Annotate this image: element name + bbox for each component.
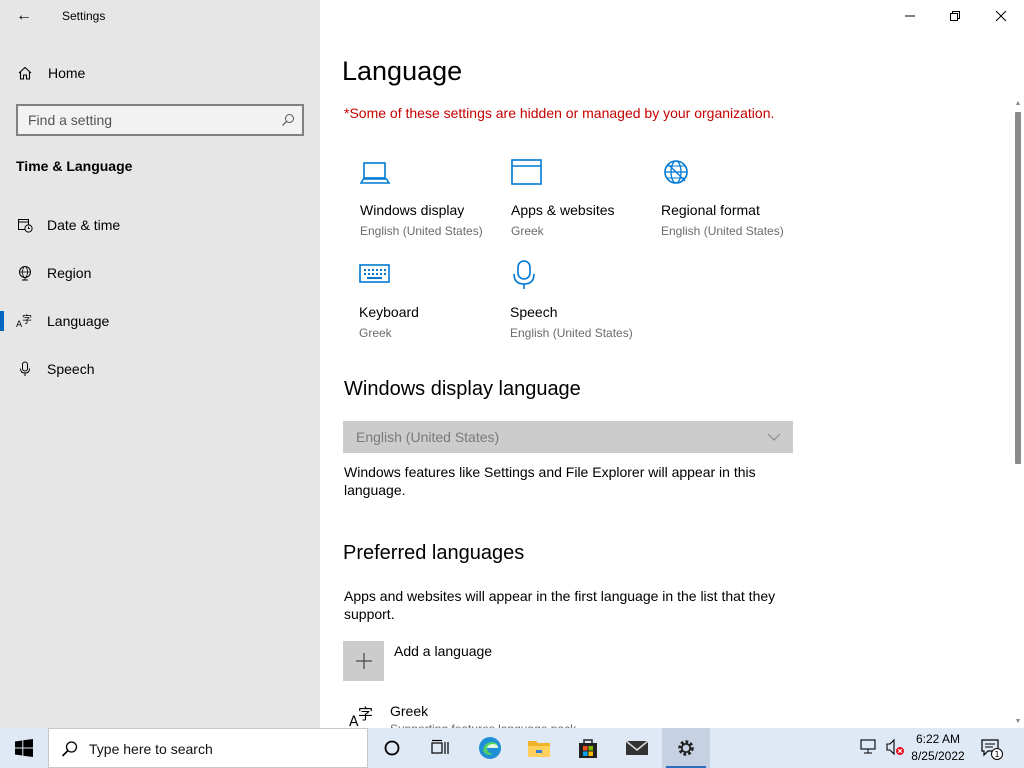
section-heading: Time & Language xyxy=(16,158,133,174)
task-view-icon xyxy=(431,739,449,754)
globe-icon xyxy=(664,160,688,184)
sidebar-item-language[interactable]: A字 Language xyxy=(0,301,320,341)
sidebar-item-label: Speech xyxy=(47,361,95,377)
language-item-greek[interactable]: Greek xyxy=(390,703,428,719)
dropdown-value: English (United States) xyxy=(356,429,500,445)
sidebar-item-label: Home xyxy=(48,65,86,81)
restore-icon xyxy=(950,11,960,21)
taskbar-search-box[interactable] xyxy=(48,728,368,768)
network-tray-icon[interactable] xyxy=(860,738,882,758)
search-icon xyxy=(61,741,78,757)
back-button[interactable]: ← xyxy=(8,2,40,30)
microphone-icon xyxy=(513,260,535,289)
minimize-icon xyxy=(905,15,915,17)
tile-subtitle: English (United States) xyxy=(510,326,633,340)
mail-icon xyxy=(625,740,649,755)
notification-count: 1 xyxy=(994,750,999,759)
tile-subtitle: Greek xyxy=(511,224,544,238)
sidebar-item-region[interactable]: Region xyxy=(0,253,320,293)
chevron-down-icon xyxy=(767,433,781,441)
microphone-icon xyxy=(16,360,34,378)
taskbar: 6:22 AM 8/25/2022 1 xyxy=(0,728,1024,768)
laptop-icon xyxy=(360,162,391,184)
scrollbar-thumb[interactable] xyxy=(1015,112,1021,464)
calendar-clock-icon xyxy=(16,216,34,234)
sidebar-item-label: Region xyxy=(47,265,92,281)
close-icon xyxy=(995,10,1007,22)
tray-time-text: 6:22 AM xyxy=(915,732,961,746)
tile-subtitle: Greek xyxy=(359,326,392,340)
sidebar-item-speech[interactable]: Speech xyxy=(0,349,320,389)
sidebar-item-home[interactable]: Home xyxy=(0,53,320,93)
sidebar-item-date-time[interactable]: Date & time xyxy=(0,205,320,245)
preferred-languages-description: Apps and websites will appear in the fir… xyxy=(344,588,776,622)
restore-button[interactable] xyxy=(932,0,978,32)
page-title: Language xyxy=(342,56,463,86)
language-icon: A字 xyxy=(16,312,34,330)
close-button[interactable] xyxy=(978,0,1024,32)
tile-apps-websites[interactable]: Apps & websites Greek xyxy=(511,158,661,248)
tile-title: Keyboard xyxy=(359,304,419,320)
tile-subtitle: English (United States) xyxy=(360,224,483,238)
add-language-label[interactable]: Add a language xyxy=(394,643,492,659)
vertical-scrollbar[interactable]: ▲ ▼ xyxy=(1012,96,1024,728)
tile-title: Speech xyxy=(510,304,558,320)
gear-icon xyxy=(678,740,694,756)
sidebar: ← Settings Home Time & Language Date & t… xyxy=(0,0,320,728)
edge-icon xyxy=(479,737,501,759)
mail-taskbar-button[interactable] xyxy=(613,728,661,768)
selection-indicator xyxy=(0,311,4,331)
windows-logo-icon xyxy=(15,739,33,757)
display-language-dropdown[interactable]: English (United States) xyxy=(343,421,793,453)
store-taskbar-button[interactable] xyxy=(564,728,612,768)
svg-text:字: 字 xyxy=(22,313,32,326)
plus-icon xyxy=(355,653,372,669)
home-icon xyxy=(16,64,34,82)
add-language-button[interactable] xyxy=(343,641,384,681)
minimize-button[interactable] xyxy=(887,0,933,32)
tray-date-text: 8/25/2022 xyxy=(911,749,965,763)
cortana-icon xyxy=(384,740,400,756)
settings-search-input[interactable] xyxy=(18,106,268,134)
tile-subtitle: English (United States) xyxy=(661,224,784,238)
svg-text:字: 字 xyxy=(358,705,373,723)
display-language-description: Windows features like Settings and File … xyxy=(344,464,756,498)
org-managed-notice: *Some of these settings are hidden or ma… xyxy=(344,105,775,121)
scroll-up-arrow-icon[interactable]: ▲ xyxy=(1012,96,1024,110)
store-bag-icon xyxy=(579,739,597,758)
keyboard-icon xyxy=(359,264,390,283)
settings-taskbar-button[interactable] xyxy=(662,728,710,768)
app-title: Settings xyxy=(62,9,106,23)
taskbar-search-input[interactable] xyxy=(87,737,357,761)
file-explorer-taskbar-button[interactable] xyxy=(515,728,563,768)
display-language-heading: Windows display language xyxy=(344,378,581,400)
task-view-button[interactable] xyxy=(416,728,464,768)
tile-title: Apps & websites xyxy=(511,202,615,218)
browser-window-icon xyxy=(511,159,542,185)
search-icon[interactable] xyxy=(280,112,296,128)
sidebar-item-label: Language xyxy=(47,313,110,329)
tile-regional-format[interactable]: Regional format English (United States) xyxy=(661,158,811,248)
action-center-button[interactable]: 1 xyxy=(980,737,1006,761)
tile-title: Regional format xyxy=(661,202,760,218)
tile-title: Windows display xyxy=(360,202,465,218)
scroll-down-arrow-icon[interactable]: ▼ xyxy=(1012,714,1024,728)
start-button[interactable] xyxy=(0,728,48,768)
sidebar-item-label: Date & time xyxy=(47,217,121,233)
tile-windows-display[interactable]: Windows display English (United States) xyxy=(360,158,510,248)
settings-search-box[interactable] xyxy=(16,104,304,136)
cortana-button[interactable] xyxy=(368,728,416,768)
folder-icon xyxy=(528,741,550,757)
preferred-languages-heading: Preferred languages xyxy=(343,542,525,564)
tile-keyboard[interactable]: Keyboard Greek xyxy=(359,260,509,350)
edge-taskbar-button[interactable] xyxy=(466,728,514,768)
tray-clock[interactable]: 6:22 AM 8/25/2022 xyxy=(904,731,972,765)
globe-icon xyxy=(16,264,34,282)
tile-speech[interactable]: Speech English (United States) xyxy=(510,260,660,350)
